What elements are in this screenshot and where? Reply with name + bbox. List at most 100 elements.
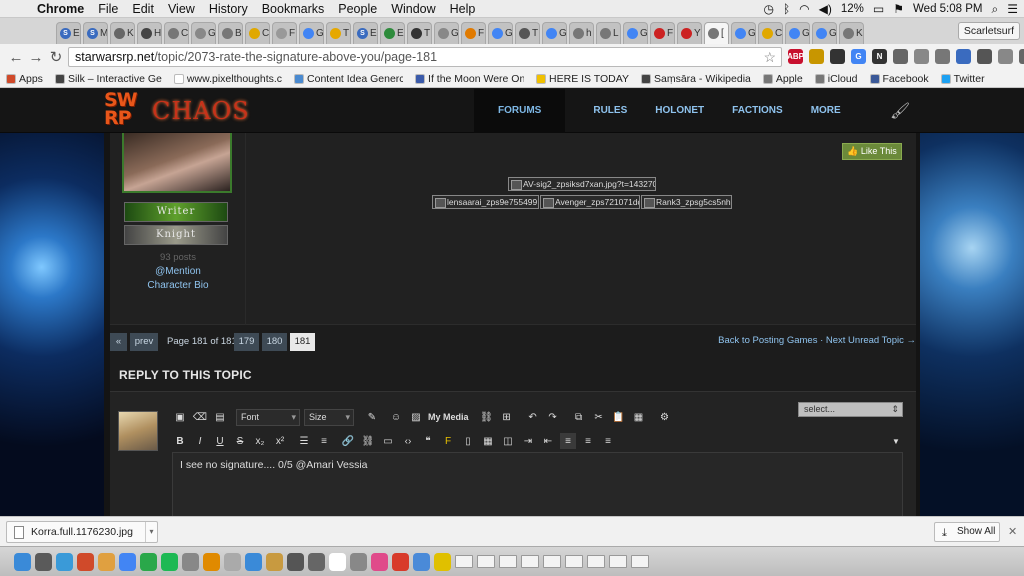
align-left-icon[interactable]: ≡ [560,433,576,449]
paintbrush-icon[interactable]: 🖌 [890,101,910,121]
subscript-icon[interactable]: x₂ [252,433,268,449]
browser-tab[interactable]: SE [353,22,378,44]
profile-button[interactable]: Scarletsurf [957,22,1020,40]
time-machine-icon[interactable]: ◷ [763,2,773,16]
dock-minimized-window[interactable] [455,555,473,568]
browser-tab[interactable]: Gk [812,22,837,44]
bluetooth-icon[interactable]: ᛒ [783,2,790,16]
dock-app-icon[interactable] [245,552,262,571]
browser-tab[interactable]: L [596,22,621,44]
dock-minimized-window[interactable] [521,555,539,568]
undo-icon[interactable]: ↶ [525,409,541,425]
menu-chrome[interactable]: Chrome [30,2,91,16]
dock-minimized-window[interactable] [543,555,561,568]
dock-app-icon[interactable] [350,552,367,571]
reply-textarea[interactable]: I see no signature.... 0/5 @Amari Vessia [172,452,903,516]
extension-icon[interactable] [830,48,845,64]
superscript-icon[interactable]: x² [272,433,288,449]
align-center-icon[interactable]: ≡ [580,433,596,449]
strikethrough-icon[interactable]: S [232,433,248,449]
bookmark-item[interactable]: Twitter [940,73,985,85]
author-avatar[interactable] [122,133,232,193]
close-download-shelf-icon[interactable]: ✕ [1008,525,1017,538]
flag-icon[interactable]: ⚑ [893,2,904,16]
browser-tab[interactable]: H [137,22,162,44]
outdent-icon[interactable]: ⇤ [540,433,556,449]
browser-tab[interactable]: C [164,22,189,44]
browser-tab[interactable]: Ge [299,22,324,44]
emoticon-icon[interactable]: ☺ [388,409,404,425]
dock-app-icon[interactable] [182,552,199,571]
bullet-list-icon[interactable]: ☰ [296,433,312,449]
signature-image-rank3[interactable]: Rank3_zpsg5cs5nhr.jpg [641,195,732,209]
indent-icon[interactable]: ⇥ [520,433,536,449]
browser-tab[interactable]: Gt [731,22,756,44]
bookmark-item[interactable]: HERE IS TODAY [536,73,629,85]
extension-icon[interactable] [998,48,1013,64]
spotlight-icon[interactable]: ⌕ [992,2,999,17]
signature-image-main[interactable]: AV-sig2_zpsiksd7xan.jpg?t=1432703528 [508,177,656,191]
dock-app-icon[interactable] [266,552,283,571]
extension-icon[interactable] [956,48,971,64]
dock-app-icon[interactable] [203,552,220,571]
browser-tab[interactable]: Go [191,22,216,44]
document-icon[interactable]: ▯ [460,433,476,449]
font-select[interactable]: Font [236,408,300,426]
paste-text-icon[interactable]: ▤ [212,409,228,425]
signature-image-avenger[interactable]: Avenger_zps721071dc.jpg [540,195,640,209]
character-bio-link[interactable]: Character Bio [110,280,246,291]
dock-app-icon[interactable] [119,552,136,571]
site-logo[interactable]: SW RP CHAOS [104,91,264,133]
extension-icon[interactable]: ABP [787,48,804,64]
dock-app-icon[interactable] [77,552,94,571]
browser-tab[interactable]: B [218,22,243,44]
bold-icon[interactable]: B [172,433,188,449]
dock-app-icon[interactable] [35,552,52,571]
nav-holonet[interactable]: HOLONET [655,89,732,133]
table-icon[interactable]: ▦ [480,433,496,449]
code-icon[interactable]: ‹› [400,433,416,449]
page-180-button[interactable]: 180 [262,333,287,351]
bookmark-item[interactable]: Apps [6,73,43,85]
bookmark-item[interactable]: Silk – Interactive Ge [54,73,162,85]
browser-tab[interactable]: T [326,22,351,44]
notification-center-icon[interactable]: ☰ [1007,2,1018,16]
reload-icon[interactable]: ↻ [46,48,66,66]
extension-icon[interactable]: G [851,48,866,64]
browser-tab[interactable]: G [434,22,459,44]
browser-tab[interactable]: SM [83,22,108,44]
source-icon[interactable]: ▣ [172,409,188,425]
user-avatar[interactable] [118,411,158,451]
my-media-label[interactable]: My Media [428,412,469,422]
link-icon[interactable]: ⛓ [479,409,495,425]
wifi-icon[interactable]: ◠ [799,2,809,16]
copy-icon[interactable]: ⧉ [571,409,587,425]
nav-more[interactable]: MORE [811,89,869,133]
unlink-icon[interactable]: ⛓ [360,433,376,449]
bookmark-item[interactable]: www.pixelthoughts.c [173,73,282,85]
browser-tab[interactable]: SE [56,22,81,44]
paste-icon[interactable]: 📋 [611,409,627,425]
dock-app-icon[interactable] [161,552,178,571]
volume-icon[interactable]: ◀) [819,2,832,16]
dock-app-icon[interactable] [14,552,31,571]
bookmark-item[interactable]: Apple [762,73,803,85]
menu-people[interactable]: People [331,2,384,16]
dock-app-icon[interactable] [140,552,157,571]
signature-image-lensaarai[interactable]: lensaarai_zps9e755499.png [432,195,539,209]
browser-tab[interactable]: F [272,22,297,44]
extension-icon[interactable]: N [872,48,887,64]
image-icon[interactable]: ▭ [380,433,396,449]
browser-tab[interactable]: [ [704,22,729,44]
nav-rules[interactable]: RULES [593,89,655,133]
extension-icon[interactable] [914,48,929,64]
dock-app-icon[interactable] [371,552,388,571]
browser-tab[interactable]: G [542,22,567,44]
special-char-icon[interactable]: ⊞ [499,409,515,425]
nav-forums[interactable]: FORUMS [474,89,566,133]
expand-toolbar-icon[interactable]: ▼ [888,433,904,449]
dock-minimized-window[interactable] [631,555,649,568]
first-page-button[interactable]: « [110,333,127,351]
dock-app-icon[interactable] [98,552,115,571]
extension-icon[interactable] [935,48,950,64]
